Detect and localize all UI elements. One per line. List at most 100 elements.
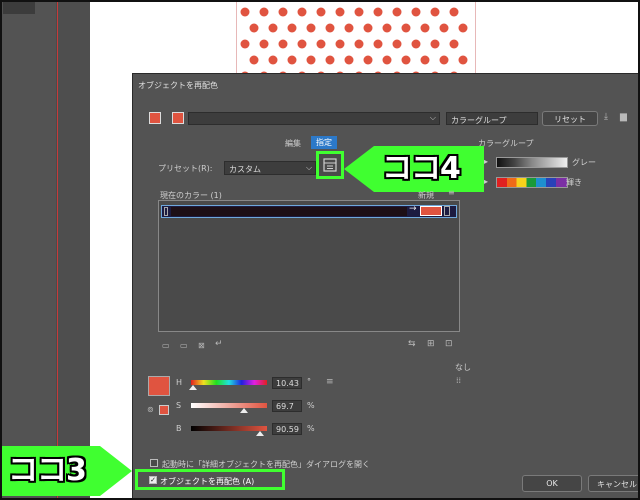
callout-koko4-label: ココ4 (382, 151, 461, 186)
polka-dot (401, 23, 411, 33)
saturation-slider-thumb[interactable] (239, 408, 248, 413)
polka-dot (259, 39, 269, 49)
color-group-gray-strip[interactable] (496, 157, 568, 168)
polka-dot (430, 7, 440, 17)
new-group-folder-icon[interactable]: ▆ (620, 112, 627, 122)
cancel-button[interactable]: キャンセル (588, 475, 640, 492)
list-menu-icon[interactable]: ≡ (448, 188, 455, 197)
polka-dot (278, 39, 288, 49)
new-color-swatch[interactable] (420, 206, 442, 216)
polka-dot (458, 55, 468, 65)
polka-dot (420, 23, 430, 33)
polka-dot (401, 55, 411, 65)
color-mode-icon[interactable]: ⊚ (147, 405, 154, 414)
brightness-slider-thumb[interactable] (255, 431, 264, 436)
new-row-icon[interactable]: ↵ (215, 339, 223, 349)
polka-dot (392, 7, 402, 17)
chevron-down-icon: ⌵ (429, 113, 436, 122)
color-name-field[interactable]: ⌵ (188, 112, 440, 125)
slider-b-label: B (176, 424, 182, 433)
recolor-checkbox[interactable]: ✓ (149, 476, 157, 484)
recolor-label: オブジェクトを再配色 (A) (160, 477, 255, 486)
expand-arrow-icon[interactable]: ▸ (484, 177, 488, 186)
current-color-swatch[interactable] (149, 112, 161, 124)
polka-dot (268, 55, 278, 65)
tab-assign[interactable]: 指定 (311, 136, 337, 149)
polka-dot (344, 55, 354, 65)
polka-dot (354, 7, 364, 17)
polka-dot (240, 7, 250, 17)
callout-koko3-label: ココ3 (8, 453, 87, 488)
expand-arrow-icon[interactable]: ▸ (484, 157, 488, 166)
polka-dot (363, 23, 373, 33)
polka-dot (259, 7, 269, 17)
dots-graphic (240, 7, 468, 81)
polka-dot (439, 23, 449, 33)
brightness-unit: % (307, 424, 315, 433)
polka-dot (240, 39, 250, 49)
color-reduction-options-icon (323, 158, 337, 172)
polka-dot (306, 23, 316, 33)
polka-dot (373, 7, 383, 17)
polka-dot (335, 7, 345, 17)
hue-value-field[interactable]: 10.43 (272, 377, 302, 389)
exclude-colors-icon[interactable]: ⊠ (198, 341, 205, 350)
color-preview-swatch[interactable] (148, 376, 170, 396)
separate-colors-icon[interactable]: ▭ (180, 341, 188, 350)
color-groups-heading: カラーグループ (478, 139, 534, 148)
polka-dot (316, 7, 326, 17)
fill-color-swatch[interactable] (159, 405, 169, 415)
polka-dot (392, 39, 402, 49)
color-menu-icon[interactable]: ≡ (326, 377, 334, 387)
polka-dot (382, 55, 392, 65)
preset-label: プリセット(R): (158, 164, 213, 173)
polka-dot (297, 39, 307, 49)
polka-dot (420, 55, 430, 65)
row-handle-icon[interactable] (444, 206, 450, 216)
row-handle-icon[interactable] (164, 207, 168, 216)
polka-dot (287, 23, 297, 33)
polka-dot (458, 23, 468, 33)
merge-colors-icon[interactable]: ▭ (162, 341, 170, 350)
saturation-slider[interactable] (191, 403, 267, 408)
polka-dot (297, 7, 307, 17)
polka-dot (306, 55, 316, 65)
random-order-icon[interactable]: ⇆ (408, 339, 416, 349)
color-group-vivid-label: 輝き (566, 178, 582, 187)
preset-select[interactable]: カスタム (224, 161, 316, 175)
polka-dot-pattern (236, 2, 476, 81)
save-group-icon[interactable]: ⤓ (604, 112, 608, 122)
color-assignment-table (158, 200, 460, 332)
tab-edit[interactable]: 編集 (285, 138, 301, 149)
hue-slider[interactable] (191, 380, 267, 385)
hue-slider-thumb[interactable] (189, 385, 198, 390)
slider-s-label: S (176, 401, 182, 410)
harmony-icon[interactable]: ⁞⁞ (456, 376, 461, 385)
polka-dot (335, 39, 345, 49)
selected-color-swatch[interactable] (172, 112, 184, 124)
saturation-value-field[interactable]: 69.7 (272, 400, 302, 412)
ok-button[interactable]: OK (522, 475, 582, 492)
random-saturation-icon[interactable]: ⊞ (427, 339, 435, 349)
polka-dot (449, 39, 459, 49)
polka-dot (382, 23, 392, 33)
brightness-value-field[interactable]: 90.59 (272, 423, 302, 435)
left-panel-tab[interactable] (3, 2, 35, 14)
slider-h-label: H (176, 378, 183, 387)
polka-dot (411, 7, 421, 17)
polka-dot (278, 7, 288, 17)
left-panel (2, 2, 56, 498)
reset-button[interactable]: リセット (542, 111, 598, 126)
current-color-bar[interactable] (171, 207, 407, 216)
arrow-right-icon[interactable]: → (409, 204, 417, 214)
polka-dot (411, 39, 421, 49)
find-color-icon[interactable]: ⊡ (445, 339, 453, 349)
color-group-gray-label: グレー (572, 158, 596, 167)
saturation-unit: % (307, 401, 315, 410)
open-on-launch-checkbox[interactable] (150, 459, 158, 467)
color-group-name-field[interactable]: カラーグループ (446, 112, 538, 125)
polka-dot (316, 39, 326, 49)
polka-dot (325, 55, 335, 65)
preset-options-highlight[interactable] (316, 151, 344, 179)
color-group-vivid-strip[interactable] (496, 177, 568, 188)
